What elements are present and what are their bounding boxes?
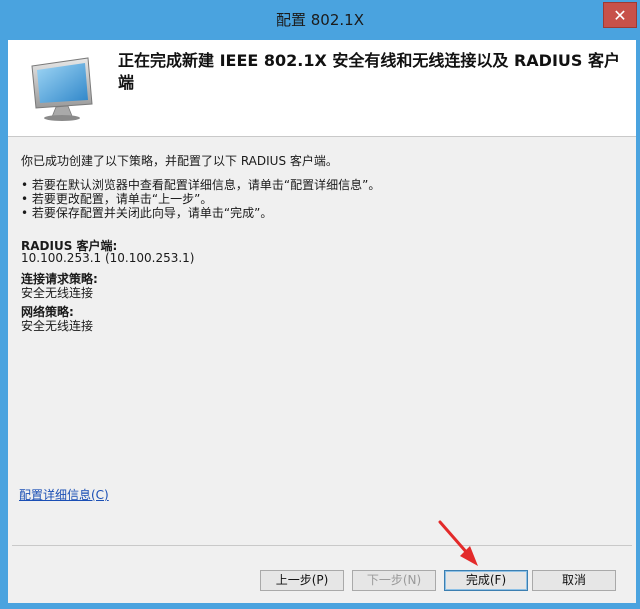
network-policy-value: 安全无线连接 [21,319,94,333]
header-divider [8,136,636,137]
config-details-link[interactable]: 配置详细信息(C) [19,486,109,503]
monitor-icon [31,57,93,121]
close-button[interactable]: ✕ [603,2,637,28]
bullet-change-config: • 若要更改配置，请单击“上一步”。 [21,192,213,206]
conn-request-policy-value: 安全无线连接 [21,286,94,300]
finish-button[interactable]: 完成(F) [444,570,528,591]
title-bar[interactable]: 配置 802.1X ✕ [0,0,640,40]
wizard-window: 配置 802.1X ✕ 正在完成新建 IEEE 802.1X 安全有线和无线连接… [0,0,640,609]
page-title: 正在完成新建 IEEE 802.1X 安全有线和无线连接以及 RADIUS 客户… [118,51,620,92]
window-title: 配置 802.1X [276,11,364,29]
back-button[interactable]: 上一步(P) [260,570,344,591]
close-icon: ✕ [613,5,627,25]
cancel-button[interactable]: 取消 [532,570,616,591]
bullet-view-details: • 若要在默认浏览器中查看配置详细信息，请单击“配置详细信息”。 [21,178,381,192]
footer-divider [12,545,632,546]
radius-client-value: 10.100.253.1 (10.100.253.1) [21,251,195,265]
intro-text: 你已成功创建了以下策略，并配置了以下 RADIUS 客户端。 [21,154,338,168]
wizard-client-area: 正在完成新建 IEEE 802.1X 安全有线和无线连接以及 RADIUS 客户… [8,40,636,603]
next-button[interactable]: 下一步(N) [352,570,436,591]
wizard-header: 正在完成新建 IEEE 802.1X 安全有线和无线连接以及 RADIUS 客户… [8,40,636,136]
bullet-save-close: • 若要保存配置并关闭此向导，请单击“完成”。 [21,206,273,220]
